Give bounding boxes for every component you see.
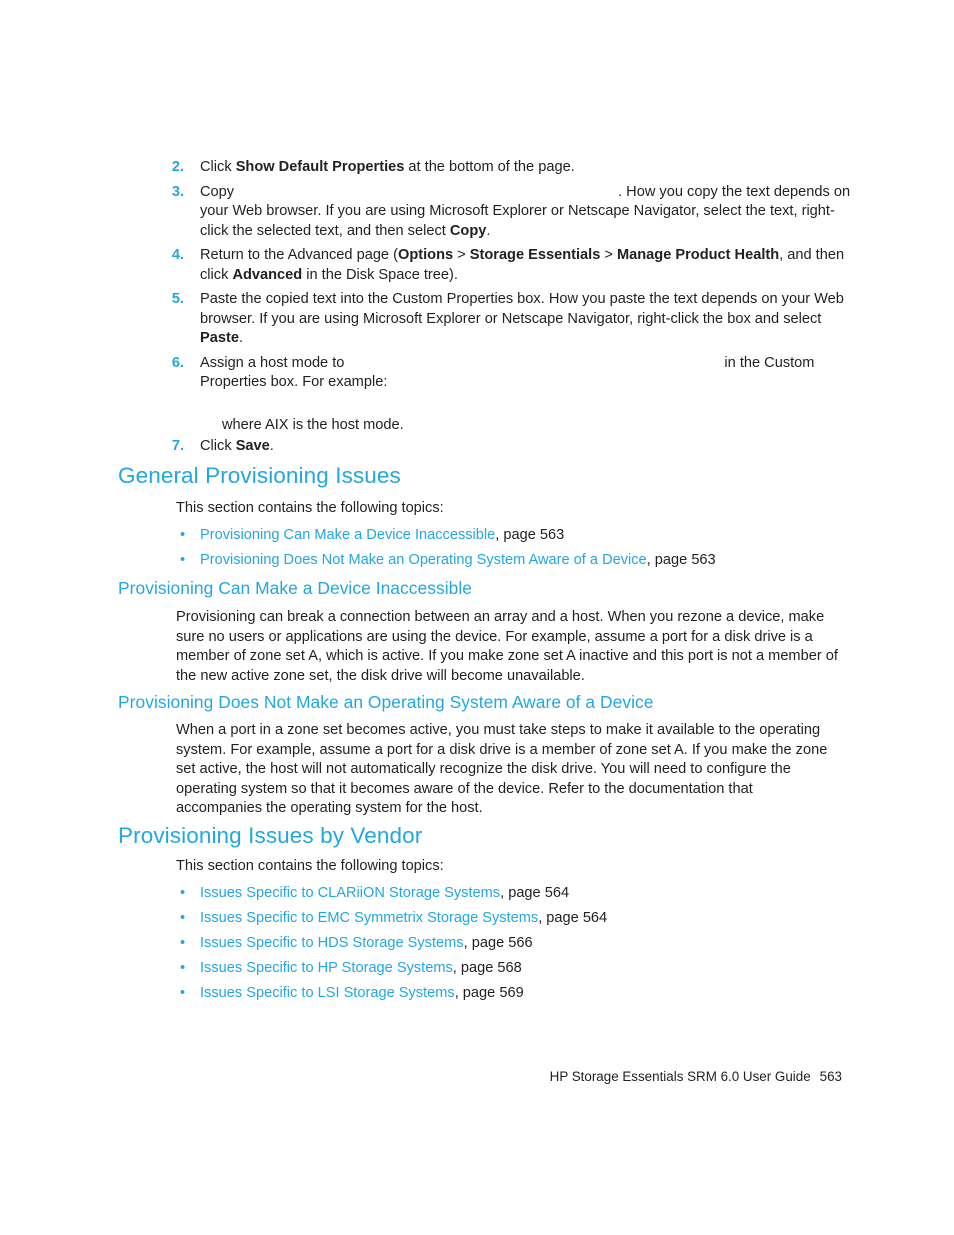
- list-item[interactable]: • Issues Specific to HP Storage Systems, …: [176, 959, 876, 979]
- procedure-step-list: 2. Click Show Default Properties at the …: [118, 158, 858, 462]
- procedure-step: 2. Click Show Default Properties at the …: [118, 158, 858, 178]
- list-item[interactable]: • Issues Specific to EMC Symmetrix Storag…: [176, 909, 876, 929]
- subsection-body-text: Provisioning can break a connection betw…: [176, 609, 838, 684]
- topic-page-ref: , page 563: [646, 552, 716, 568]
- topic-page-ref: , page 563: [495, 527, 565, 543]
- ui-label-storage-essentials: Storage Essentials: [469, 247, 601, 263]
- page-title-provisioning-issues-by-vendor: Provisioning Issues by Vendor: [118, 823, 423, 848]
- topic-link[interactable]: Issues Specific to EMC Symmetrix Storage…: [200, 910, 538, 926]
- ui-label-paste: Paste: [200, 330, 239, 346]
- step-text: Paste the copied text into the Custom Pr…: [200, 291, 844, 346]
- page-title-general-provisioning-issues: General Provisioning Issues: [118, 463, 401, 488]
- ui-label-advanced: Advanced: [232, 266, 303, 283]
- step-number: 4.: [171, 247, 184, 263]
- bullet-icon: •: [180, 935, 186, 951]
- bullet-icon: •: [180, 985, 186, 1001]
- topic-link[interactable]: Issues Specific to HP Storage Systems: [200, 960, 453, 976]
- topic-link[interactable]: Issues Specific to LSI Storage Systems: [200, 985, 455, 1001]
- topic-link[interactable]: Provisioning Can Make a Device Inaccessi…: [200, 527, 495, 543]
- document-page: 2. Click Show Default Properties at the …: [0, 0, 954, 1235]
- list-item[interactable]: • Issues Specific to HDS Storage Systems,…: [176, 934, 876, 954]
- procedure-step: 7. Click Save.: [118, 437, 858, 457]
- list-item[interactable]: • Issues Specific to CLARiiON Storage Sys…: [176, 884, 876, 904]
- step-number: 2.: [171, 159, 184, 175]
- procedure-step: 6. Assign a host mode to in the Custom Pr…: [118, 354, 858, 393]
- section-intro-text: This section contains the following topi…: [176, 858, 444, 874]
- step-number: 6.: [171, 354, 184, 371]
- step-number: 3.: [171, 183, 184, 200]
- step-text: Assign a host mode to in the Custom Prope…: [200, 354, 815, 391]
- procedure-step: 5. Paste the copied text into the Custom…: [118, 290, 858, 349]
- topic-page-ref: , page 569: [454, 985, 524, 1001]
- ui-label-copy: Copy: [449, 222, 487, 239]
- topic-link[interactable]: Provisioning Does Not Make an Operating …: [200, 552, 647, 568]
- topic-page-ref: , page 564: [538, 910, 608, 926]
- bullet-icon: •: [180, 960, 186, 976]
- ui-label-show-default-properties: Show Default Properties: [235, 159, 405, 175]
- step-number: 5.: [171, 291, 184, 307]
- bullet-icon: •: [180, 552, 186, 568]
- topic-link[interactable]: Issues Specific to CLARiiON Storage Syst…: [200, 885, 500, 901]
- topic-list-general: • Provisioning Can Make a Device Inaccess…: [176, 526, 876, 576]
- bullet-icon: •: [180, 910, 186, 926]
- step-text: Copy. How you copy the text depends on y…: [200, 183, 851, 239]
- list-item[interactable]: • Issues Specific to LSI Storage Systems,…: [176, 984, 876, 1004]
- step-text: Click Show Default Properties at the bot…: [200, 159, 575, 175]
- topic-page-ref: , page 564: [500, 885, 570, 901]
- ui-label-save: Save: [235, 438, 270, 454]
- page-footer: HP Storage Essentials SRM 6.0 User Guide…: [0, 1068, 842, 1086]
- topic-link[interactable]: Issues Specific to HDS Storage Systems: [200, 935, 464, 951]
- step-example-note: where AIX is the host mode.: [222, 416, 404, 433]
- procedure-step: 4. Return to the Advanced page (Options …: [118, 246, 858, 285]
- step-text: Return to the Advanced page (Options > S…: [200, 247, 845, 283]
- step-text: Click Save.: [200, 438, 274, 454]
- list-item[interactable]: • Provisioning Can Make a Device Inaccess…: [176, 526, 876, 546]
- topic-page-ref: , page 566: [463, 935, 533, 951]
- bullet-icon: •: [180, 885, 186, 901]
- subsection-title-os-aware-of-device: Provisioning Does Not Make an Operating …: [118, 692, 654, 712]
- ui-label-manage-product-health: Manage Product Health: [616, 247, 780, 263]
- topic-page-ref: , page 568: [452, 960, 522, 976]
- footer-guide-title: HP Storage Essentials SRM 6.0 User Guide: [549, 1069, 811, 1084]
- footer-page-number: 563: [819, 1069, 842, 1084]
- subsection-title-device-inaccessible: Provisioning Can Make a Device Inaccessi…: [118, 578, 472, 598]
- step-number: 7.: [171, 438, 184, 454]
- subsection-body-text: When a port in a zone set becomes active…: [176, 722, 828, 816]
- list-item[interactable]: • Provisioning Does Not Make an Operating…: [176, 551, 876, 571]
- section-intro-text: This section contains the following topi…: [176, 500, 444, 516]
- procedure-step: 3. Copy. How you copy the text depends o…: [118, 183, 858, 242]
- bullet-icon: •: [180, 527, 186, 543]
- ui-label-options: Options: [397, 247, 454, 263]
- topic-list-vendor: • Issues Specific to CLARiiON Storage Sys…: [176, 884, 876, 1009]
